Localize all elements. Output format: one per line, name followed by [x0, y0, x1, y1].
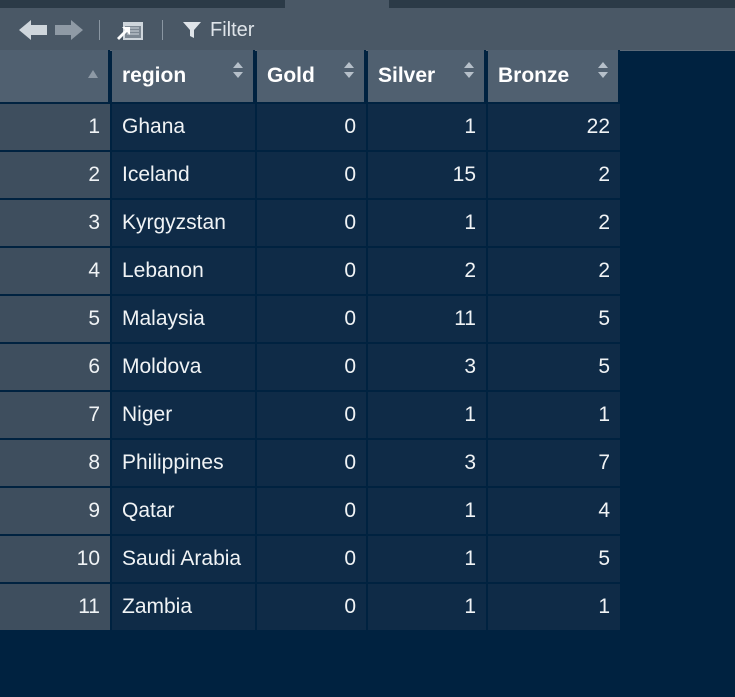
- row-number: 6: [0, 344, 110, 390]
- cell-region: Niger: [112, 392, 255, 438]
- cell-gold: 0: [257, 248, 366, 294]
- sort-icon: [233, 62, 243, 78]
- cell-gold: 0: [257, 104, 366, 150]
- cell-bronze: 2: [488, 152, 620, 198]
- cell-silver: 3: [368, 440, 486, 486]
- sort-icon: [598, 62, 608, 78]
- sort-up-icon: [88, 70, 98, 78]
- cell-gold: 0: [257, 200, 366, 246]
- cell-bronze: 5: [488, 344, 620, 390]
- row-number: 7: [0, 392, 110, 438]
- row-number-header[interactable]: [0, 50, 110, 102]
- table-row[interactable]: 3 Kyrgyzstan 0 1 2: [0, 200, 622, 248]
- column-header-gold[interactable]: Gold: [257, 50, 366, 102]
- cell-gold: 0: [257, 440, 366, 486]
- cell-silver: 1: [368, 536, 486, 582]
- cell-bronze: 5: [488, 536, 620, 582]
- cell-bronze: 2: [488, 200, 620, 246]
- cell-bronze: 2: [488, 248, 620, 294]
- row-number: 5: [0, 296, 110, 342]
- filter-label: Filter: [210, 18, 255, 41]
- toolbar-separator: [162, 20, 163, 40]
- cell-gold: 0: [257, 536, 366, 582]
- cell-gold: 0: [257, 584, 366, 630]
- sort-icon: [344, 62, 354, 78]
- cell-bronze: 22: [488, 104, 620, 150]
- data-table: region Gold Silver Bronze 1 Ghana 0 1 22…: [0, 50, 622, 632]
- column-header-label: Gold: [267, 64, 315, 87]
- filter-button[interactable]: Filter: [182, 16, 254, 44]
- column-header-silver[interactable]: Silver: [368, 50, 486, 102]
- cell-silver: 1: [368, 584, 486, 630]
- cell-gold: 0: [257, 392, 366, 438]
- column-header-label: Bronze: [498, 64, 570, 87]
- viewer-toolbar: Filter: [0, 8, 735, 51]
- table-header-row: region Gold Silver Bronze: [0, 50, 622, 104]
- row-number: 8: [0, 440, 110, 486]
- cell-region: Philippines: [112, 440, 255, 486]
- cell-gold: 0: [257, 152, 366, 198]
- cell-bronze: 1: [488, 392, 620, 438]
- row-number: 10: [0, 536, 110, 582]
- row-number: 11: [0, 584, 110, 630]
- table-row[interactable]: 2 Iceland 0 15 2: [0, 152, 622, 200]
- row-number: 2: [0, 152, 110, 198]
- table-row[interactable]: 5 Malaysia 0 11 5: [0, 296, 622, 344]
- sort-icon: [464, 62, 474, 78]
- cell-region: Lebanon: [112, 248, 255, 294]
- table-row[interactable]: 6 Moldova 0 3 5: [0, 344, 622, 392]
- cell-bronze: 1: [488, 584, 620, 630]
- column-header-label: Silver: [378, 64, 436, 87]
- cell-silver: 11: [368, 296, 486, 342]
- cell-silver: 3: [368, 344, 486, 390]
- cell-bronze: 4: [488, 488, 620, 534]
- cell-silver: 1: [368, 488, 486, 534]
- cell-region: Malaysia: [112, 296, 255, 342]
- active-tab[interactable]: [285, 0, 389, 8]
- show-in-window-button[interactable]: [114, 17, 146, 43]
- table-row[interactable]: 7 Niger 0 1 1: [0, 392, 622, 440]
- cell-silver: 1: [368, 104, 486, 150]
- column-header-bronze[interactable]: Bronze: [488, 50, 620, 102]
- row-number: 3: [0, 200, 110, 246]
- cell-silver: 1: [368, 392, 486, 438]
- cell-gold: 0: [257, 296, 366, 342]
- cell-region: Moldova: [112, 344, 255, 390]
- table-row[interactable]: 9 Qatar 0 1 4: [0, 488, 622, 536]
- row-number: 1: [0, 104, 110, 150]
- table-row[interactable]: 4 Lebanon 0 2 2: [0, 248, 622, 296]
- show-in-window-icon: [117, 22, 143, 40]
- table-row[interactable]: 8 Philippines 0 3 7: [0, 440, 622, 488]
- cell-region: Iceland: [112, 152, 255, 198]
- cell-region: Ghana: [112, 104, 255, 150]
- cell-bronze: 7: [488, 440, 620, 486]
- cell-silver: 15: [368, 152, 486, 198]
- arrow-left-icon: [19, 20, 47, 40]
- pane-tab-strip: [0, 0, 735, 8]
- cell-region: Qatar: [112, 488, 255, 534]
- table-row[interactable]: 11 Zambia 0 1 1: [0, 584, 622, 632]
- column-header-region[interactable]: region: [112, 50, 255, 102]
- cell-gold: 0: [257, 488, 366, 534]
- row-number: 9: [0, 488, 110, 534]
- cell-gold: 0: [257, 344, 366, 390]
- forward-button[interactable]: [52, 18, 84, 42]
- cell-silver: 2: [368, 248, 486, 294]
- back-button[interactable]: [18, 18, 50, 42]
- cell-bronze: 5: [488, 296, 620, 342]
- toolbar-separator: [99, 20, 100, 40]
- cell-region: Saudi Arabia: [112, 536, 255, 582]
- column-header-label: region: [122, 64, 187, 87]
- cell-silver: 1: [368, 200, 486, 246]
- arrow-right-icon: [55, 20, 83, 40]
- filter-funnel-icon: [183, 22, 201, 38]
- cell-region: Kyrgyzstan: [112, 200, 255, 246]
- row-number: 4: [0, 248, 110, 294]
- table-row[interactable]: 10 Saudi Arabia 0 1 5: [0, 536, 622, 584]
- table-row[interactable]: 1 Ghana 0 1 22: [0, 104, 622, 152]
- cell-region: Zambia: [112, 584, 255, 630]
